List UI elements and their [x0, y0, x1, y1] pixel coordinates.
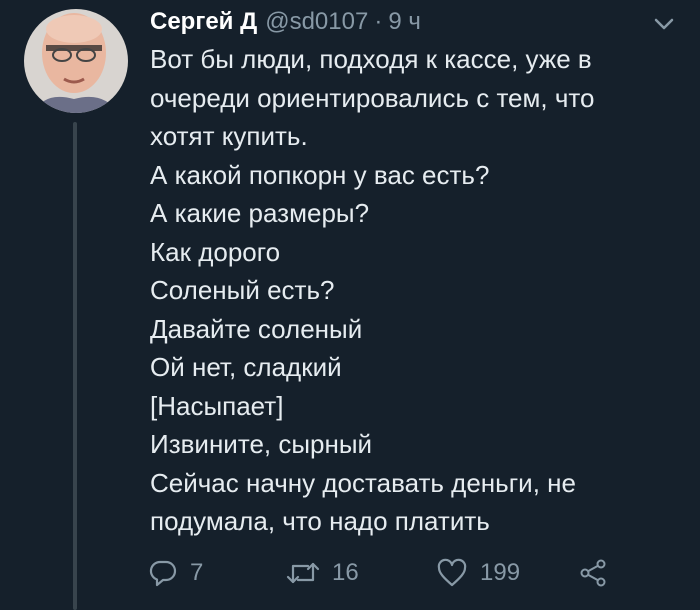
tweet-actions: 7 16 199	[148, 555, 618, 591]
reply-button[interactable]: 7	[148, 555, 203, 591]
tweet-text-line: хотят купить.	[150, 121, 308, 151]
tweet-text-line: А какие размеры?	[150, 198, 370, 228]
tweet-header: Сергей Д @sd0107 · 9 ч	[150, 6, 421, 38]
reply-count: 7	[190, 559, 204, 586]
tweet-text-line: Давайте соленый	[150, 313, 363, 344]
tweet-text-line: А какой попкорн у вас есть?	[150, 159, 490, 190]
tweet-time[interactable]: 9 ч	[388, 6, 421, 38]
tweet-text-line: Ой нет, сладкий	[150, 352, 342, 382]
share-icon	[578, 558, 608, 588]
tweet-text: Вот бы люди, подходя к кассе, уже в очере…	[150, 40, 670, 541]
separator-dot: ·	[374, 8, 383, 35]
tweet-text-line: очереди ориентировались с тем, что	[150, 82, 595, 113]
tweet-text-line: Соленый есть?	[150, 275, 335, 305]
tweet-text-line: Как дорого	[150, 236, 281, 267]
like-button[interactable]: 199	[436, 555, 520, 591]
tweet-text-line: Сейчас начну доставать деньги, не	[150, 467, 576, 498]
reply-icon	[148, 558, 178, 588]
avatar[interactable]	[24, 9, 128, 113]
share-button[interactable]	[578, 555, 608, 591]
tweet-text-line: Извините, сырный	[150, 429, 373, 459]
avatar-image	[24, 9, 128, 113]
heart-icon	[436, 558, 468, 588]
author-name[interactable]: Сергей Д	[150, 6, 257, 38]
retweet-count: 16	[332, 559, 359, 586]
like-count: 199	[480, 559, 521, 586]
retweet-button[interactable]: 16	[286, 555, 359, 591]
chevron-down-icon[interactable]	[650, 12, 678, 36]
retweet-icon	[286, 558, 320, 588]
tweet-text-line: [Насыпает]	[150, 390, 284, 421]
thread-line	[73, 122, 77, 610]
tweet-text-line: подумала, что надо платить	[150, 506, 490, 536]
tweet-text-line: Вот бы люди, подходя к кассе, уже в	[150, 44, 592, 74]
author-handle[interactable]: @sd0107	[265, 6, 368, 38]
